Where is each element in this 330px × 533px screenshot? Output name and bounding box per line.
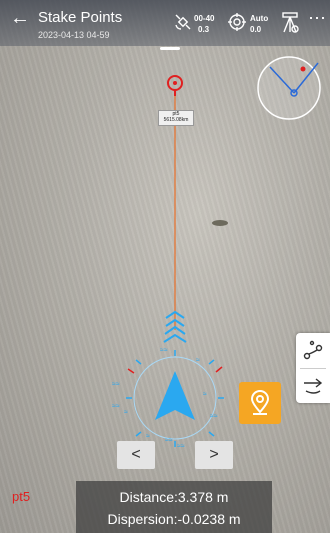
svg-text:≈≈: ≈≈ (112, 381, 120, 388)
next-point-button[interactable]: > (195, 441, 233, 469)
floor-object (212, 220, 228, 226)
satellite-value-bottom: 0.3 (198, 25, 210, 34)
drag-handle[interactable] (160, 47, 180, 50)
svg-text:≈: ≈ (203, 391, 207, 398)
solution-value-bottom: 0.0 (250, 25, 262, 34)
svg-text:≈≈: ≈≈ (160, 347, 168, 354)
svg-text:≈≈: ≈≈ (177, 443, 185, 450)
svg-text:≈≈: ≈≈ (165, 437, 173, 444)
compass-icon (257, 56, 321, 120)
arrow-switch-button[interactable] (296, 369, 330, 403)
target-label: pt5 5615.08km (158, 110, 194, 126)
info-panel: Distance:3.378 m Dispersion:-0.0238 m (76, 481, 272, 533)
satellite-icon[interactable] (174, 13, 192, 31)
page-subtitle: 2023-04-13 04-59 (38, 30, 110, 40)
tripod-icon[interactable] (280, 12, 300, 34)
dispersion-text: Dispersion:-0.0238 m (107, 511, 241, 527)
stake-screen: ≈≈ ≈ ≈≈ ≈≈ ≈ ≈ ≈≈ ≈ ≈≈ ≈≈ pt5 5615.08km … (0, 0, 330, 533)
page-title: Stake Points (38, 9, 123, 26)
back-icon[interactable]: ← (10, 8, 30, 28)
route-button[interactable] (296, 333, 330, 367)
distance-text: Distance:3.378 m (119, 489, 229, 505)
point-name: pt5 (12, 489, 31, 504)
location-pin-button[interactable] (239, 382, 281, 424)
route-icon (303, 340, 323, 360)
svg-text:≈: ≈ (146, 433, 150, 440)
location-pin-icon (250, 390, 270, 415)
svg-text:≈≈: ≈≈ (210, 413, 218, 420)
prev-point-button[interactable]: < (117, 441, 155, 469)
svg-text:≈: ≈ (196, 357, 200, 364)
heading-arrow-icon (155, 371, 195, 420)
target-label-distance: 5615.08km (163, 117, 189, 123)
side-toolbar (296, 333, 330, 403)
header-bar: ← Stake Points 2023-04-13 04-59 00-40 0.… (0, 0, 330, 46)
target-mode-icon[interactable] (228, 13, 246, 31)
svg-text:≈: ≈ (124, 409, 128, 416)
arrow-switch-icon (304, 378, 323, 394)
solution-value-top: Auto (250, 14, 269, 23)
svg-text:≈≈: ≈≈ (112, 403, 120, 410)
more-icon[interactable]: ⋯ (308, 8, 327, 29)
satellite-value-top: 00-40 (194, 14, 215, 23)
